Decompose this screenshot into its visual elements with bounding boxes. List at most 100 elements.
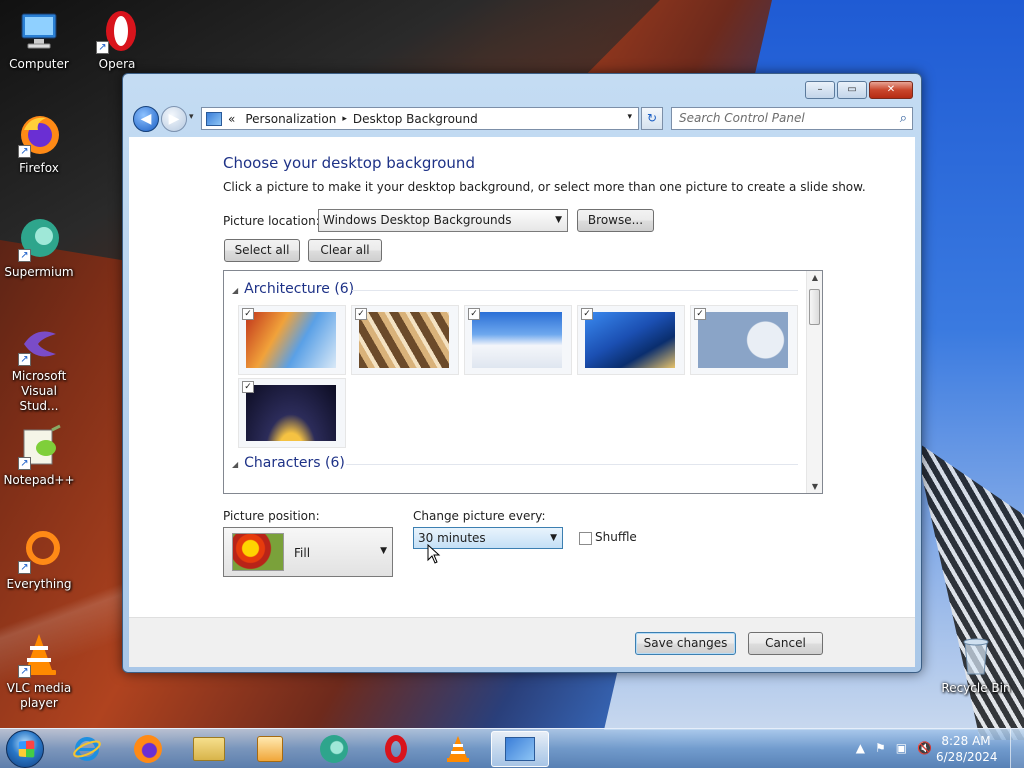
shortcut-arrow-icon: ↗ — [18, 353, 31, 366]
group-title: Architecture (6) — [244, 281, 355, 297]
notification-area: ▲ ⚑ ▣ 🔇 — [856, 741, 932, 755]
desktop-icon-label: Firefox — [19, 161, 59, 175]
address-prefix[interactable]: « — [228, 112, 235, 126]
network-icon[interactable]: ▣ — [896, 741, 907, 755]
taskbar-vlc[interactable] — [429, 731, 487, 767]
collapse-icon[interactable]: ◢ — [232, 286, 238, 295]
shuffle-label[interactable]: Shuffle — [595, 530, 637, 544]
file-explorer-icon — [193, 737, 225, 761]
desktop-icon-label: Supermium — [4, 265, 74, 279]
breadcrumb-personalization[interactable]: Personalization — [245, 112, 336, 126]
picture-location-label: Picture location: — [223, 214, 320, 228]
picture-location-select[interactable]: Windows Desktop Backgrounds ▼ — [318, 209, 568, 232]
thumbnail-checkbox[interactable]: ✓ — [581, 308, 593, 320]
dialog-footer: Save changes Cancel — [129, 617, 915, 667]
wallpaper-thumbnail[interactable]: ✓ — [577, 305, 685, 375]
desktop-icon-supermium[interactable]: ↗ Supermium — [1, 216, 77, 280]
dropdown-arrow-icon: ▼ — [550, 533, 557, 543]
wallpaper-thumbnail[interactable]: ✓ — [238, 305, 346, 375]
vlc-icon — [447, 736, 469, 762]
taskbar-media-player[interactable] — [241, 731, 299, 767]
desktop-icon-opera[interactable]: ↗ Opera — [79, 8, 155, 72]
group-header-architecture[interactable]: ◢ Architecture (6) — [232, 281, 354, 297]
position-preview-image — [232, 533, 284, 571]
address-dropdown-icon[interactable]: ▾ — [627, 112, 632, 122]
content-pane: Choose your desktop background Click a p… — [129, 137, 915, 617]
cancel-button[interactable]: Cancel — [748, 632, 823, 655]
thumbnail-checkbox[interactable]: ✓ — [694, 308, 706, 320]
forward-button[interactable]: ▶ — [161, 106, 187, 132]
volume-muted-icon[interactable]: 🔇 — [917, 741, 932, 755]
picture-gallery[interactable]: ◢ Architecture (6) ✓ ✓ ✓ ✓ ✓ ✓ ◢ Charact… — [223, 270, 823, 494]
desktop-icon-recycle-bin[interactable]: Recycle Bin — [938, 632, 1014, 696]
thumbnail-checkbox[interactable]: ✓ — [468, 308, 480, 320]
clear-all-button[interactable]: Clear all — [308, 239, 382, 262]
refresh-button[interactable]: ↻ — [641, 107, 663, 130]
select-all-button[interactable]: Select all — [224, 239, 300, 262]
page-description: Click a picture to make it your desktop … — [223, 180, 866, 194]
picture-location-value: Windows Desktop Backgrounds — [323, 213, 512, 227]
picture-position-value: Fill — [294, 546, 311, 560]
search-icon[interactable]: ⌕ — [900, 108, 907, 129]
maximize-button[interactable]: ▭ — [837, 81, 867, 99]
shortcut-arrow-icon: ↗ — [96, 41, 109, 54]
thumbnail-checkbox[interactable]: ✓ — [242, 381, 254, 393]
desktop-icon-everything[interactable]: ↗ Everything — [1, 528, 77, 592]
desktop-icon-label: Computer — [9, 57, 69, 71]
group-divider — [352, 290, 798, 291]
taskbar-opera[interactable] — [367, 731, 425, 767]
taskbar-control-panel[interactable] — [491, 731, 549, 767]
desktop-background-window[interactable]: – ▭ ✕ ◀ ▶ ▾ « Personalization ▸ Desktop … — [122, 73, 922, 673]
browse-button[interactable]: Browse... — [577, 209, 654, 232]
wallpaper-image — [246, 312, 336, 368]
scroll-down-icon[interactable]: ▼ — [807, 482, 822, 491]
shuffle-checkbox[interactable] — [579, 532, 592, 545]
media-player-icon — [257, 736, 283, 762]
minimize-button[interactable]: – — [805, 81, 835, 99]
recycle-bin-icon — [953, 632, 999, 678]
shortcut-arrow-icon: ↗ — [18, 249, 31, 262]
save-changes-button[interactable]: Save changes — [635, 632, 736, 655]
collapse-icon[interactable]: ◢ — [232, 460, 238, 469]
thumbnail-checkbox[interactable]: ✓ — [242, 308, 254, 320]
thumbnail-checkbox[interactable]: ✓ — [355, 308, 367, 320]
shortcut-arrow-icon: ↗ — [18, 665, 31, 678]
breadcrumb-desktop-background[interactable]: Desktop Background — [353, 112, 478, 126]
wallpaper-thumbnail[interactable]: ✓ — [464, 305, 572, 375]
everything-icon: ↗ — [16, 528, 62, 574]
taskbar-supermium[interactable] — [305, 731, 363, 767]
search-input[interactable]: Search Control Panel ⌕ — [671, 107, 913, 130]
scroll-up-icon[interactable]: ▲ — [807, 273, 822, 282]
group-header-characters[interactable]: ◢ Characters (6) — [232, 455, 345, 471]
desktop-icon-firefox[interactable]: ↗ Firefox — [1, 112, 77, 176]
close-button[interactable]: ✕ — [869, 81, 913, 99]
desktop-icon-vlc[interactable]: ↗ VLC media player — [1, 632, 77, 711]
taskbar-file-explorer[interactable] — [180, 731, 238, 767]
desktop-icon-notepadpp[interactable]: ↗ Notepad++ — [1, 424, 77, 488]
action-center-flag-icon[interactable]: ⚑ — [875, 741, 886, 755]
supermium-icon: ↗ — [16, 216, 62, 262]
start-button[interactable] — [6, 730, 44, 768]
taskbar-firefox[interactable] — [119, 731, 177, 767]
picture-position-select[interactable]: Fill ▼ — [223, 527, 393, 577]
show-hidden-icons-icon[interactable]: ▲ — [856, 741, 865, 755]
dropdown-arrow-icon: ▼ — [380, 546, 387, 556]
scroll-thumb[interactable] — [809, 289, 820, 325]
notepadpp-icon: ↗ — [16, 424, 62, 470]
taskbar-internet-explorer[interactable] — [58, 731, 116, 767]
opera-icon: ↗ — [94, 8, 140, 54]
desktop-icon-label: VLC media player — [6, 681, 72, 710]
wallpaper-thumbnail[interactable]: ✓ — [351, 305, 459, 375]
show-desktop-button[interactable] — [1010, 729, 1024, 768]
address-bar[interactable]: « Personalization ▸ Desktop Background ▾ — [201, 107, 639, 130]
desktop-icon-computer[interactable]: Computer — [1, 8, 77, 72]
wallpaper-thumbnail[interactable]: ✓ — [690, 305, 798, 375]
wallpaper-thumbnail[interactable]: ✓ — [238, 378, 346, 448]
desktop-icon-visual-studio[interactable]: ↗ Microsoft Visual Stud... — [1, 320, 77, 414]
page-title: Choose your desktop background — [223, 154, 475, 172]
breadcrumb-separator-icon[interactable]: ▸ — [342, 114, 347, 124]
recent-pages-button[interactable]: ▾ — [189, 112, 194, 122]
taskbar-clock[interactable]: 8:28 AM 6/28/2024 — [936, 733, 998, 765]
gallery-scrollbar[interactable]: ▲ ▼ — [806, 271, 822, 493]
back-button[interactable]: ◀ — [133, 106, 159, 132]
